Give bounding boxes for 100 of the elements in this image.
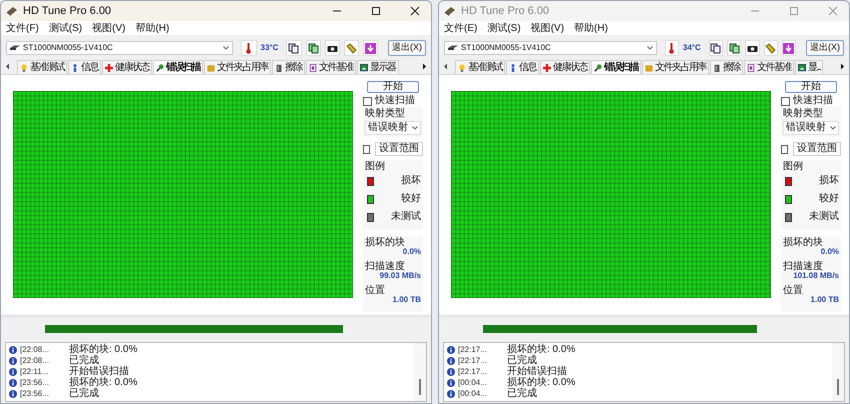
map-type-dropdown[interactable]: 错误映射 bbox=[365, 121, 421, 135]
file-icon bbox=[309, 64, 317, 72]
stat-value: 0.0% bbox=[820, 248, 839, 256]
info-icon bbox=[9, 378, 17, 386]
download-icon bbox=[364, 42, 376, 54]
stat-label: 损坏的块 bbox=[365, 238, 406, 248]
toolbar-button[interactable] bbox=[286, 40, 302, 56]
log-time: [22:17... bbox=[458, 354, 488, 366]
drive-dropdown[interactable]: ST1000NM0055-1V410C bbox=[6, 41, 234, 55]
menu-item[interactable]: 测试(S) bbox=[487, 20, 521, 36]
log-time: [23:56... bbox=[20, 376, 50, 388]
toolbar-button[interactable] bbox=[727, 40, 742, 56]
menu-item[interactable]: 文件(F) bbox=[6, 20, 39, 36]
tab[interactable]: 信息 bbox=[506, 60, 539, 74]
tab[interactable]: 信息 bbox=[68, 60, 101, 74]
info-icon bbox=[447, 390, 455, 398]
info-icon bbox=[447, 356, 455, 364]
info-icon bbox=[9, 390, 17, 398]
file-icon bbox=[747, 64, 755, 72]
stat-value: 0.0% bbox=[402, 248, 421, 256]
stat-label: 损坏的块 bbox=[783, 238, 824, 248]
monitor-icon bbox=[798, 64, 806, 72]
legend-title: 图例 bbox=[783, 162, 804, 172]
legend-label: 较好 bbox=[401, 194, 421, 204]
folder-icon bbox=[207, 64, 215, 72]
drive-dropdown[interactable]: ST1000NM0055-1V410C bbox=[444, 41, 657, 55]
toolbar-button[interactable] bbox=[324, 40, 340, 56]
menu-item[interactable]: 帮助(H) bbox=[574, 20, 608, 36]
set-range-button[interactable]: 设置范围 bbox=[793, 142, 841, 156]
chevron-down-icon bbox=[646, 46, 653, 50]
exit-button[interactable]: 退出(X) bbox=[806, 40, 844, 56]
scrollbar-thumb[interactable] bbox=[419, 379, 421, 395]
close-icon[interactable] bbox=[410, 6, 420, 16]
tab[interactable]: 基准测试 bbox=[455, 60, 505, 74]
checkbox[interactable] bbox=[781, 96, 790, 106]
log-time: [00:04... bbox=[458, 388, 488, 400]
log-time: [22:11... bbox=[20, 366, 50, 378]
checkbox[interactable] bbox=[363, 96, 372, 106]
window-title: HD Tune Pro 6.00 bbox=[23, 4, 112, 19]
tab[interactable]: 显... bbox=[795, 60, 824, 74]
drive-name: ST1000NM0055-1V410C bbox=[23, 42, 114, 54]
start-button[interactable]: 开始 bbox=[367, 81, 419, 93]
info-icon bbox=[9, 346, 17, 354]
tab[interactable]: 文件基准 bbox=[306, 60, 356, 74]
toolbar-button[interactable] bbox=[708, 40, 724, 56]
set-range-button[interactable]: 设置范围 bbox=[375, 142, 423, 156]
tab[interactable]: 基准测试 bbox=[17, 60, 67, 74]
tab[interactable]: 显示器 bbox=[357, 60, 398, 74]
download-icon bbox=[783, 42, 794, 54]
tab[interactable]: 错误扫描 bbox=[591, 60, 641, 74]
menu-item[interactable]: 测试(S) bbox=[48, 20, 82, 36]
menu-item[interactable]: 视图(V) bbox=[92, 20, 126, 36]
tab[interactable]: 健康状态 bbox=[540, 60, 590, 74]
thermometer-button[interactable] bbox=[664, 40, 679, 56]
scroll-left-icon[interactable] bbox=[5, 63, 10, 70]
maximize-icon[interactable] bbox=[371, 6, 381, 16]
cross-icon bbox=[543, 64, 551, 72]
thermometer-icon bbox=[669, 42, 674, 54]
legend-label: 损坏 bbox=[819, 176, 839, 186]
menu-item[interactable]: 视图(V) bbox=[530, 20, 564, 36]
scroll-left-icon[interactable] bbox=[443, 63, 448, 70]
log-time: [22:17... bbox=[458, 344, 488, 356]
tab[interactable]: 擦除 bbox=[272, 60, 305, 74]
tab[interactable]: 健康状态 bbox=[102, 60, 152, 74]
stat-label: 位置 bbox=[365, 286, 386, 296]
scroll-right-icon[interactable] bbox=[422, 63, 427, 70]
tab[interactable]: 错误扫描 bbox=[153, 60, 203, 74]
temperature-reading: 34°C bbox=[682, 42, 701, 54]
menu-item[interactable]: 文件(E) bbox=[444, 20, 478, 36]
monitor-icon bbox=[360, 64, 368, 72]
tab[interactable]: 文件夹占用率 bbox=[642, 60, 709, 74]
scrollbar-thumb[interactable] bbox=[837, 379, 839, 395]
drive-name: ST1000NM0055-1V410C bbox=[461, 42, 552, 54]
checkbox[interactable] bbox=[781, 144, 788, 154]
documents-icon bbox=[308, 42, 319, 54]
checkbox-label: 快速扫描 bbox=[375, 96, 415, 106]
toolbar-button[interactable] bbox=[745, 40, 760, 56]
stat-value: 1.00 TB bbox=[810, 296, 839, 304]
scroll-right-icon[interactable] bbox=[840, 63, 845, 70]
chevron-down-icon bbox=[223, 46, 230, 50]
tab[interactable]: 文件基准 bbox=[744, 60, 794, 74]
tab[interactable]: 文件夹占用率 bbox=[204, 60, 271, 74]
start-button[interactable]: 开始 bbox=[785, 81, 837, 93]
toolbar-button[interactable] bbox=[306, 40, 321, 56]
trash-icon bbox=[713, 64, 721, 72]
log-message: 已完成 bbox=[507, 388, 537, 398]
copy-icon bbox=[710, 42, 722, 54]
trash-icon bbox=[275, 64, 283, 72]
stat-label: 位置 bbox=[783, 286, 804, 296]
copy-icon bbox=[288, 42, 300, 54]
legend-label: 损坏 bbox=[401, 176, 421, 186]
tab[interactable]: 擦除 bbox=[710, 60, 743, 74]
scrollbar[interactable] bbox=[414, 343, 426, 401]
thermometer-button[interactable] bbox=[241, 40, 256, 56]
lightbulb-icon bbox=[458, 64, 466, 72]
scrollbar[interactable] bbox=[832, 343, 844, 401]
map-type-dropdown[interactable]: 错误映射 bbox=[783, 121, 839, 135]
menu-item[interactable]: 帮助(H) bbox=[135, 20, 170, 36]
checkbox[interactable] bbox=[363, 144, 370, 154]
exit-button[interactable]: 退出(X) bbox=[388, 40, 426, 56]
